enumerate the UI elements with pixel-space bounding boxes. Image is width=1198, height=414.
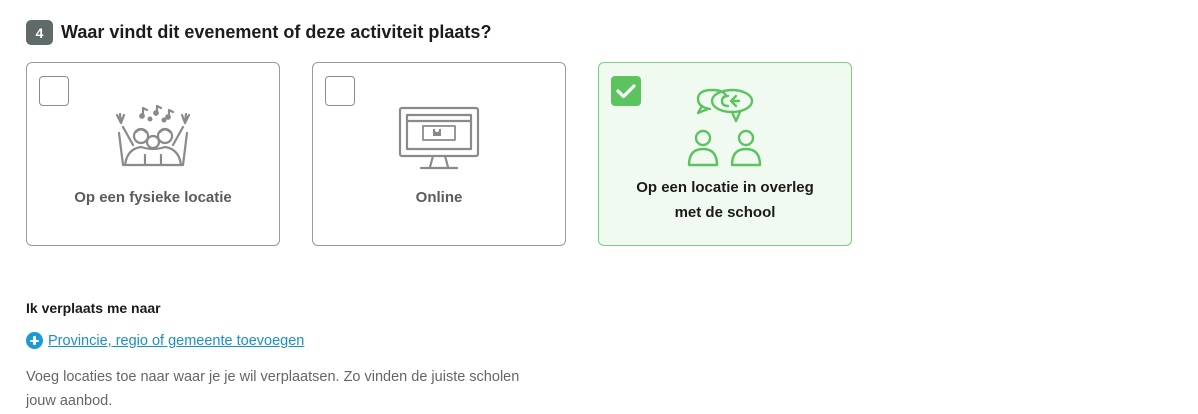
travel-section: Ik verplaats me naar Provincie, regio of…: [26, 300, 519, 409]
option-online[interactable]: Online: [312, 62, 566, 246]
question-header: 4 Waar vindt dit evenement of deze activ…: [26, 20, 491, 45]
step-number-badge: 4: [26, 20, 53, 45]
add-region-link[interactable]: Provincie, regio of gemeente toevoegen: [26, 332, 304, 349]
option-checkbox-checked[interactable]: [611, 76, 641, 106]
conversation-icon: [680, 85, 770, 172]
travel-section-title: Ik verplaats me naar: [26, 300, 161, 316]
option-label-line-2: met de school: [674, 204, 776, 221]
option-label: Online: [415, 189, 463, 206]
question-title: Waar vindt dit evenement of deze activit…: [61, 22, 492, 42]
travel-help-text: Voeg locaties toe naar waar je je wil ve…: [26, 369, 520, 409]
option-label: Op een fysieke locatie: [74, 189, 232, 206]
location-options: Op een fysieke locatie Online Op een loc…: [26, 62, 852, 246]
plus-circle-icon[interactable]: [26, 332, 43, 349]
checkmark-icon: [616, 84, 636, 99]
option-label-line-1: Op een locatie in overleg: [636, 179, 814, 196]
add-region-link-text[interactable]: Provincie, regio of gemeente toevoegen: [48, 333, 304, 349]
option-label: Op een locatie in overleg met de school: [599, 175, 851, 225]
monitor-icon: [397, 105, 481, 178]
celebration-icon: [111, 104, 195, 176]
option-location-in-consultation[interactable]: Op een locatie in overleg met de school: [598, 62, 852, 246]
option-physical-location[interactable]: Op een fysieke locatie: [26, 62, 280, 246]
option-checkbox[interactable]: [39, 76, 69, 106]
option-checkbox[interactable]: [325, 76, 355, 106]
